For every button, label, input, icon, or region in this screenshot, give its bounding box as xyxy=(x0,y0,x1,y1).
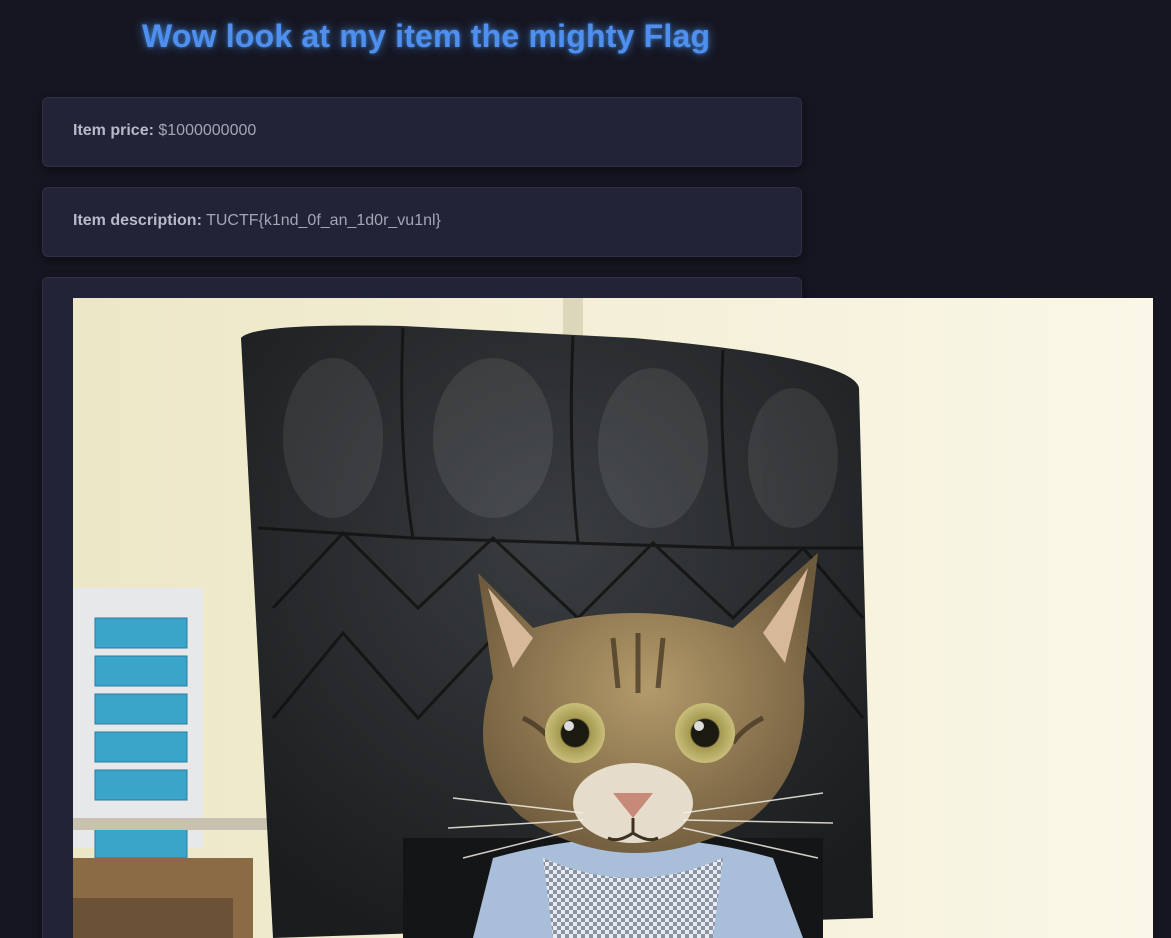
description-label: Item description: xyxy=(73,212,202,229)
item-image xyxy=(73,298,1153,938)
price-label: Item price: xyxy=(73,122,154,139)
description-value: TUCTF{k1nd_0f_an_1d0r_vu1nl} xyxy=(206,212,441,229)
price-value: $1000000000 xyxy=(158,122,257,139)
description-row: Item description: TUCTF{k1nd_0f_an_1d0r_… xyxy=(73,212,441,230)
page-title: Wow look at my item the mighty Flag xyxy=(142,18,711,54)
page: Wow look at my item the mighty Flag Item… xyxy=(0,0,1171,938)
description-card: Item description: TUCTF{k1nd_0f_an_1d0r_… xyxy=(42,187,802,257)
price-row: Item price: $1000000000 xyxy=(73,122,256,140)
price-card: Item price: $1000000000 xyxy=(42,97,802,167)
